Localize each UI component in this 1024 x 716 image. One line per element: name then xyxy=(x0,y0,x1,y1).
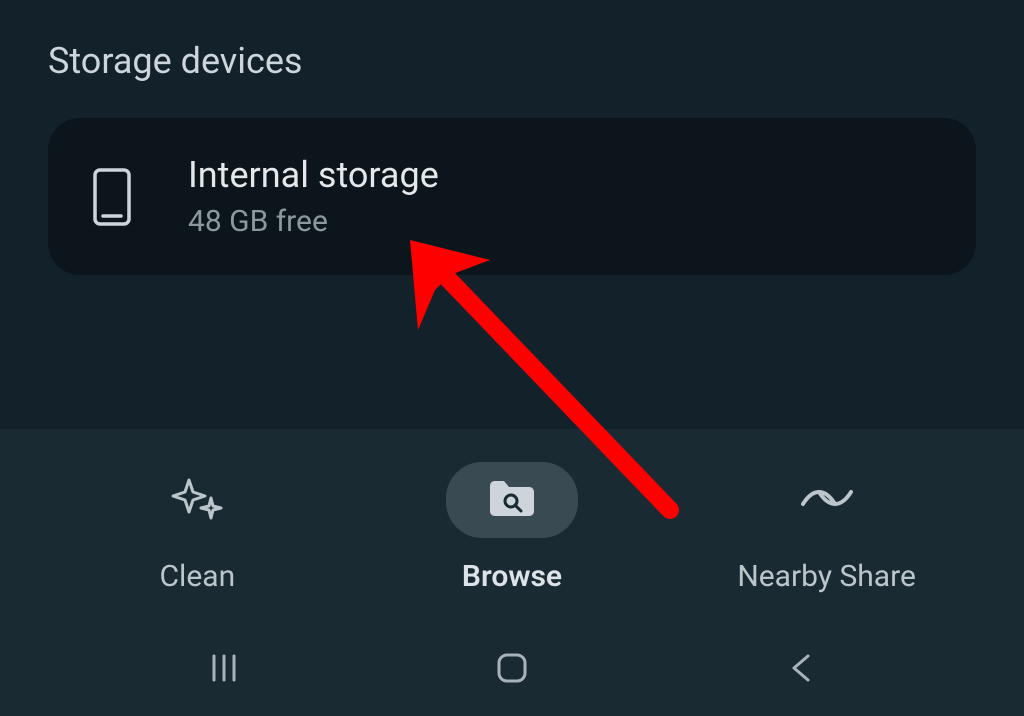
sparkle-icon xyxy=(167,468,227,532)
tab-browse-label: Browse xyxy=(462,559,562,594)
recents-button[interactable] xyxy=(194,648,254,688)
section-title: Storage devices xyxy=(48,40,976,82)
tab-nearby-share-label: Nearby Share xyxy=(737,559,916,594)
tab-nearby-share[interactable]: Nearby Share xyxy=(727,465,927,594)
phone-icon xyxy=(92,167,132,227)
storage-title: Internal storage xyxy=(188,154,439,196)
tab-browse[interactable]: Browse xyxy=(412,465,612,594)
tab-clean[interactable]: Clean xyxy=(97,465,297,594)
nearby-share-icon xyxy=(795,478,859,522)
tab-clean-label: Clean xyxy=(160,559,236,594)
home-button[interactable] xyxy=(482,648,542,688)
navigation-bar xyxy=(0,624,1024,716)
folder-search-icon xyxy=(486,476,538,524)
internal-storage-card[interactable]: Internal storage 48 GB free xyxy=(48,118,976,275)
back-button[interactable] xyxy=(770,648,830,688)
storage-free-space: 48 GB free xyxy=(188,204,439,239)
